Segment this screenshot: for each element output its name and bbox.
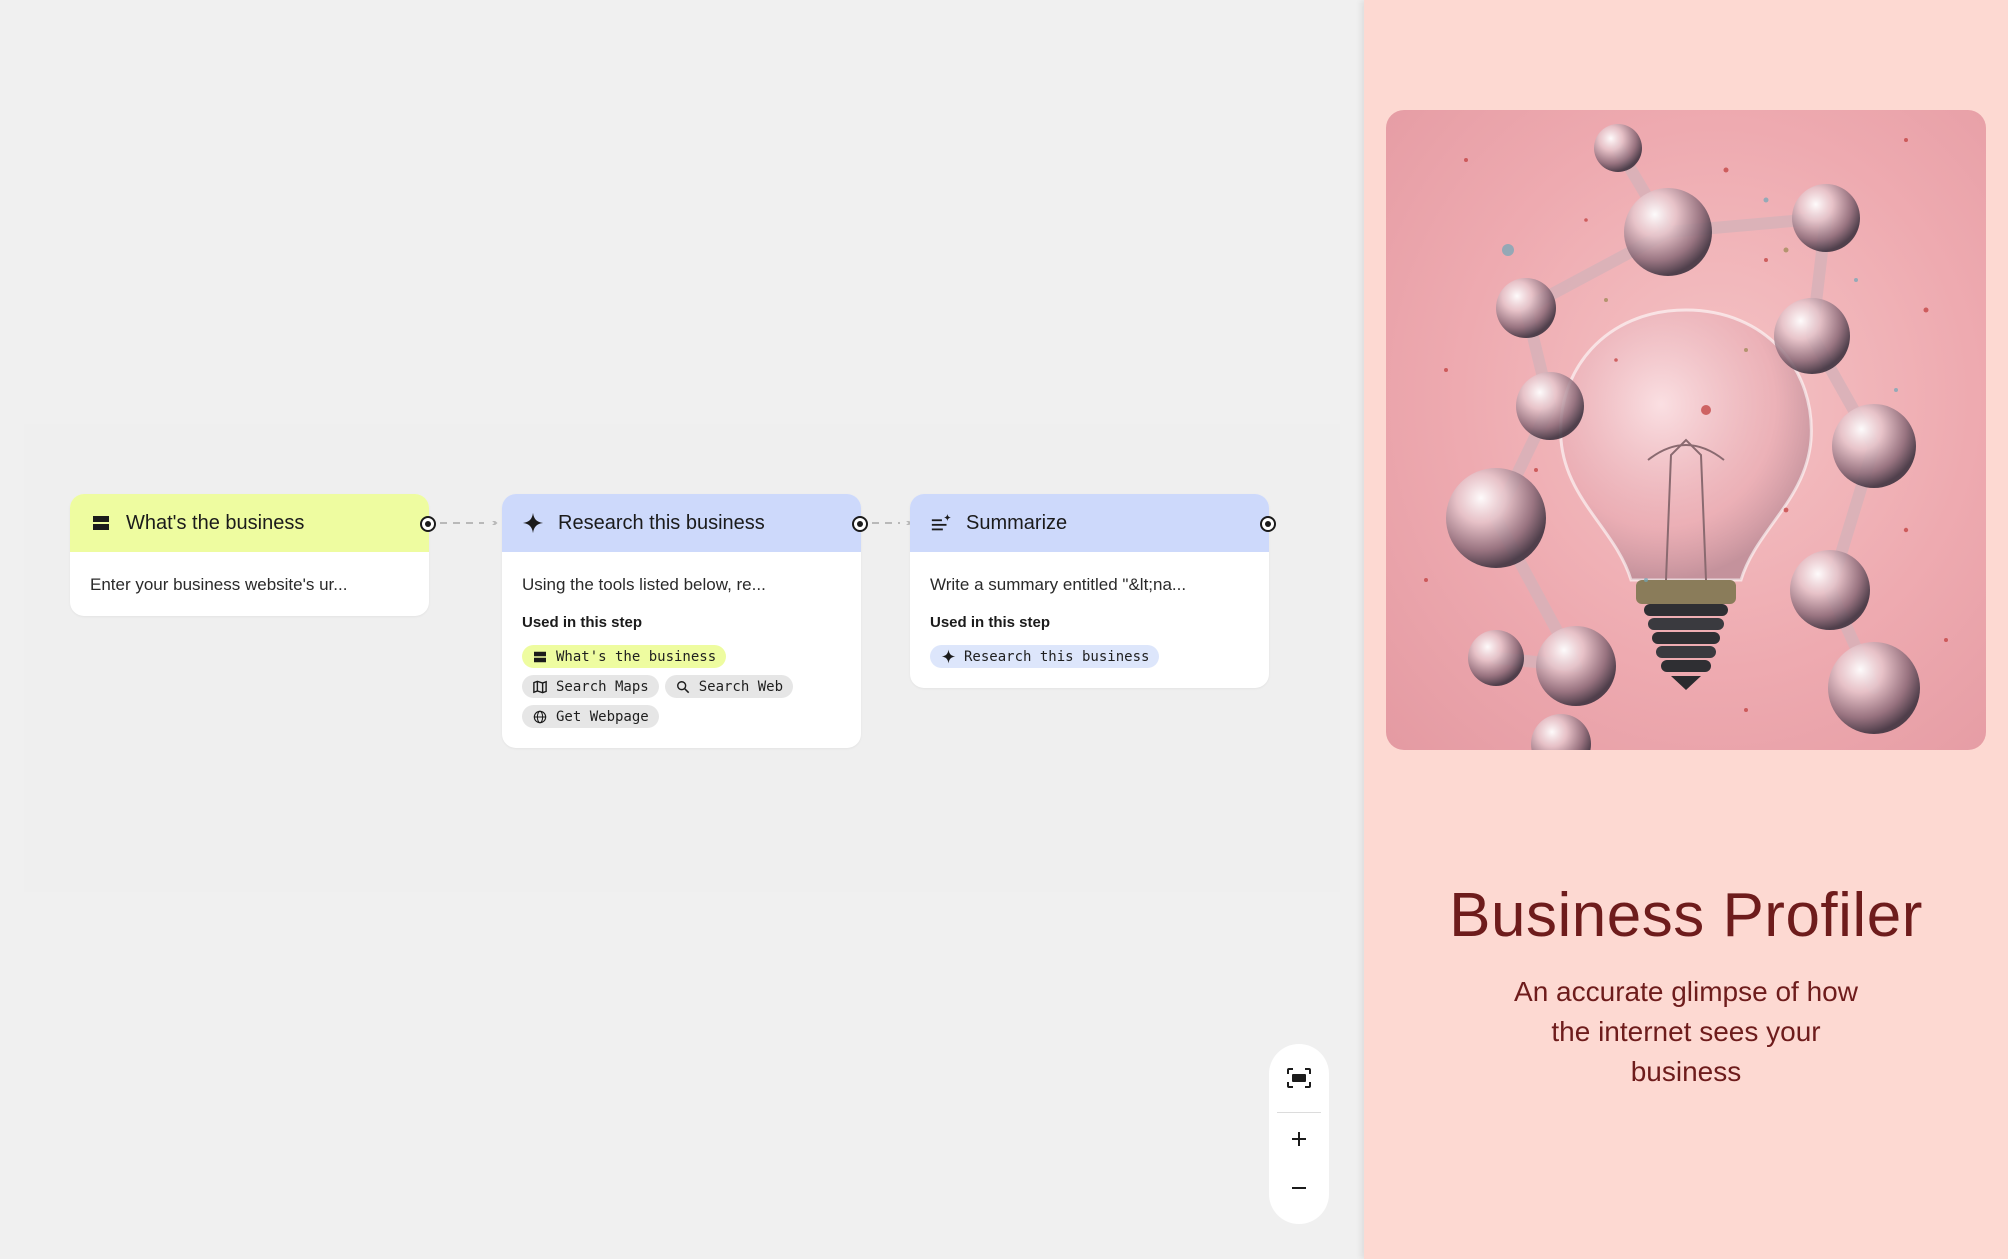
- app-subtitle: An accurate glimpse of how the internet …: [1514, 976, 1858, 1087]
- connector-1-2: [440, 521, 498, 525]
- node-body: Enter your business website's ur...: [70, 552, 429, 616]
- globe-icon: [532, 709, 548, 725]
- node-title: Summarize: [966, 511, 1068, 534]
- chip-list: What's the business Search Maps Search W…: [522, 645, 841, 728]
- node-description: Write a summary entitled "&lt;na...: [930, 575, 1187, 594]
- chip-get-webpage[interactable]: Get Webpage: [522, 705, 659, 728]
- chip-research-this-business[interactable]: Research this business: [930, 645, 1160, 668]
- output-port[interactable]: [1260, 516, 1276, 532]
- used-in-step-label: Used in this step: [522, 614, 643, 631]
- chip-list: Research this business: [930, 645, 1249, 668]
- step-node-research-this-business[interactable]: Research this business Using the tools l…: [502, 494, 868, 748]
- lightbulb-molecule-illustration: [1424, 124, 1948, 750]
- hero-image: [1386, 110, 1986, 750]
- chip-whats-the-business[interactable]: What's the business: [522, 645, 727, 668]
- app-title: Business Profiler: [1449, 881, 1923, 950]
- zoom-in-button[interactable]: [1269, 1113, 1329, 1169]
- chip-label: Get Webpage: [556, 708, 649, 725]
- fit-to-screen-button[interactable]: [1269, 1048, 1329, 1112]
- node-body: Using the tools listed below, re... Used…: [502, 552, 861, 748]
- fit-to-screen-icon: [1286, 1067, 1312, 1094]
- step-node-whats-the-business[interactable]: What's the business Enter your business …: [70, 494, 436, 616]
- chip-search-maps[interactable]: Search Maps: [522, 675, 659, 698]
- minus-icon: [1290, 1179, 1308, 1202]
- sparkle-icon: [940, 649, 956, 665]
- used-in-step-label: Used in this step: [930, 614, 1051, 631]
- chip-label: Search Maps: [556, 678, 649, 695]
- node-title: What's the business: [126, 511, 305, 534]
- chip-label: Search Web: [698, 678, 784, 695]
- step-node-summarize[interactable]: Summarize Write a summary entitled "&lt;…: [910, 494, 1276, 688]
- input-icon: [90, 512, 112, 534]
- output-port[interactable]: [420, 516, 436, 532]
- connector-2-3: [872, 521, 912, 525]
- input-icon: [532, 649, 548, 665]
- zoom-out-button[interactable]: [1269, 1169, 1329, 1211]
- node-title: Research this business: [558, 511, 765, 534]
- chip-label: Research this business: [964, 648, 1150, 665]
- search-icon: [675, 679, 691, 695]
- app-preview-panel: Business Profiler An accurate glimpse of…: [1364, 0, 2008, 1259]
- node-header[interactable]: Summarize: [910, 494, 1269, 552]
- node-header[interactable]: What's the business: [70, 494, 429, 552]
- node-description: Using the tools listed below, re...: [522, 575, 766, 594]
- summarize-icon: [930, 512, 952, 534]
- sparkle-icon: [522, 512, 544, 534]
- flow-canvas[interactable]: What's the business Enter your business …: [0, 0, 1364, 1259]
- node-body: Write a summary entitled "&lt;na... Used…: [910, 552, 1269, 688]
- map-icon: [532, 679, 548, 695]
- output-port[interactable]: [852, 516, 868, 532]
- node-description: Enter your business website's ur...: [90, 575, 348, 594]
- node-header[interactable]: Research this business: [502, 494, 861, 552]
- chip-search-web[interactable]: Search Web: [664, 675, 794, 698]
- chip-label: What's the business: [556, 648, 717, 665]
- zoom-controls: [1269, 1044, 1329, 1224]
- plus-icon: [1290, 1130, 1308, 1153]
